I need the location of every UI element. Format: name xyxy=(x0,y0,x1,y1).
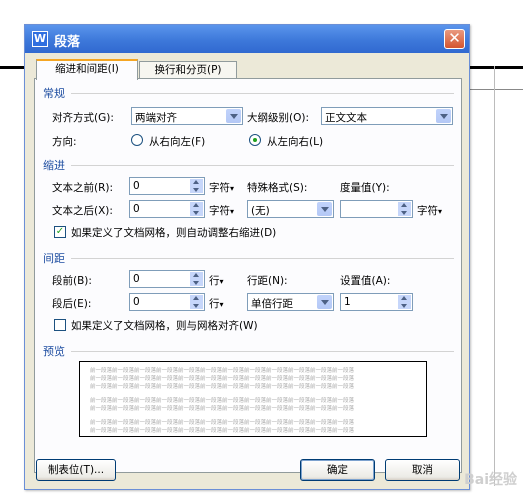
ltr-radio-label[interactable]: 从左向右(L) xyxy=(267,134,323,149)
tab-line-page-breaks-label: 换行和分页(P) xyxy=(154,64,222,76)
indent-after-unit[interactable]: 字符▾ xyxy=(209,203,234,218)
alignment-value: 两端对齐 xyxy=(135,112,177,124)
chevron-down-icon xyxy=(317,295,332,309)
spacing-before-label: 段前(B): xyxy=(52,275,92,287)
preview-box: 前一段落前一段落前一段落前一段落前一段落前一段落前一段落前一段落前一段落前一段落… xyxy=(79,361,427,437)
indent-after-stepper[interactable]: 0 xyxy=(129,200,205,218)
cancel-button[interactable]: 取消 xyxy=(385,459,460,481)
preview-line: 前一段落前一段落前一段落前一段落前一段落前一段落前一段落前一段落前一段落前一段落… xyxy=(90,398,355,404)
setting-value-label: 设置值(A): xyxy=(340,275,391,287)
spin-down-icon[interactable] xyxy=(398,209,411,216)
direction-label: 方向: xyxy=(52,136,77,148)
spin-down-icon[interactable] xyxy=(190,186,203,193)
outline-level-value: 正文文本 xyxy=(325,112,367,124)
chevron-down-icon xyxy=(317,202,332,216)
indent-before-label: 文本之前(R): xyxy=(52,182,114,194)
setting-value-value: 1 xyxy=(344,296,351,308)
spin-up-icon[interactable] xyxy=(190,202,203,209)
spin-down-icon[interactable] xyxy=(190,209,203,216)
special-format-label: 特殊格式(S): xyxy=(247,182,308,194)
outline-level-label: 大纲级别(O): xyxy=(247,112,309,124)
special-format-value: (无) xyxy=(251,205,270,217)
watermark-logo: Bai经验 xyxy=(464,472,517,488)
chevron-down-icon xyxy=(436,109,451,123)
indent-before-unit[interactable]: 字符▾ xyxy=(209,180,234,195)
spacing-after-stepper[interactable]: 0 xyxy=(129,293,205,311)
preview-line: 前一段落前一段落前一段落前一段落前一段落前一段落前一段落前一段落前一段落前一段落… xyxy=(90,406,355,412)
paragraph-dialog: W 段落 ✕ 缩进和间距(I) 换行和分页(P) 常规 对齐方式(G): 两端对… xyxy=(24,24,470,490)
document-ruler-line-right xyxy=(470,66,523,69)
preview-line: 前一段落前一段落前一段落前一段落前一段落前一段落前一段落前一段落前一段落前一段落… xyxy=(90,376,355,382)
measure-unit[interactable]: 字符▾ xyxy=(417,203,442,218)
tab-stops-button[interactable]: 制表位(T)... xyxy=(36,459,116,481)
line-spacing-select[interactable]: 单倍行距 xyxy=(247,293,334,311)
dialog-title: 段落 xyxy=(54,35,81,50)
title-bar[interactable]: W 段落 ✕ xyxy=(25,25,469,53)
document-margin-line xyxy=(494,66,495,486)
auto-right-indent-checkbox[interactable]: ✓ xyxy=(54,226,66,238)
indent-section-heading: 缩进 xyxy=(43,159,65,172)
spacing-after-value: 0 xyxy=(133,296,140,308)
special-format-select[interactable]: (无) xyxy=(247,200,334,218)
spin-down-icon[interactable] xyxy=(190,302,203,309)
tab-indent-spacing-label: 缩进和间距(I) xyxy=(55,63,119,75)
outline-level-select[interactable]: 正文文本 xyxy=(321,107,453,125)
spacing-before-value: 0 xyxy=(133,273,140,285)
setting-value-stepper[interactable]: 1 xyxy=(340,293,413,311)
indent-after-label: 文本之后(X): xyxy=(52,205,113,217)
spin-down-icon[interactable] xyxy=(190,279,203,286)
ok-button[interactable]: 确定 xyxy=(300,459,375,481)
indent-after-value: 0 xyxy=(133,203,140,215)
snap-to-grid-label[interactable]: 如果定义了文档网格，则与网格对齐(W) xyxy=(71,318,258,333)
tab-indent-spacing[interactable]: 缩进和间距(I) xyxy=(36,59,138,80)
line-spacing-value: 单倍行距 xyxy=(251,298,293,310)
ltr-radio[interactable] xyxy=(249,134,261,146)
spacing-before-stepper[interactable]: 0 xyxy=(129,270,205,288)
general-section-heading: 常规 xyxy=(43,87,65,100)
spacing-section-heading: 间距 xyxy=(43,252,65,265)
spacing-before-unit[interactable]: 行▾ xyxy=(209,273,224,288)
spin-up-icon[interactable] xyxy=(190,272,203,279)
alignment-label: 对齐方式(G): xyxy=(52,112,114,124)
measure-label: 度量值(Y): xyxy=(340,182,390,194)
preview-section-heading: 预览 xyxy=(43,345,65,358)
spacing-after-unit[interactable]: 行▾ xyxy=(209,296,224,311)
spin-down-icon[interactable] xyxy=(398,302,411,309)
spin-up-icon[interactable] xyxy=(190,295,203,302)
indent-separator xyxy=(71,165,454,166)
preview-line: 前一段落前一段落前一段落前一段落前一段落前一段落前一段落前一段落前一段落前一段落… xyxy=(90,384,355,390)
preview-line: 前一段落前一段落前一段落前一段落前一段落前一段落前一段落前一段落前一段落前一段落… xyxy=(90,368,355,374)
spacing-separator xyxy=(71,258,454,259)
alignment-select[interactable]: 两端对齐 xyxy=(131,107,243,125)
preview-line: 前一段落前一段落前一段落前一段落前一段落前一段落前一段落前一段落前一段落前一段落… xyxy=(90,428,355,434)
document-ruler-line-right-2 xyxy=(470,89,523,90)
close-button[interactable]: ✕ xyxy=(444,29,465,49)
indent-before-value: 0 xyxy=(133,180,140,192)
chevron-down-icon xyxy=(226,109,241,123)
spacing-after-label: 段后(E): xyxy=(52,298,92,310)
spin-up-icon[interactable] xyxy=(398,202,411,209)
line-spacing-label: 行距(N): xyxy=(247,275,288,287)
preview-separator xyxy=(71,351,454,352)
general-separator xyxy=(71,93,454,94)
rtl-radio-label[interactable]: 从右向左(F) xyxy=(149,134,205,149)
spin-up-icon[interactable] xyxy=(398,295,411,302)
spin-up-icon[interactable] xyxy=(190,179,203,186)
document-ruler-line-left xyxy=(0,66,26,69)
indent-before-stepper[interactable]: 0 xyxy=(129,177,205,195)
preview-line: 前一段落前一段落前一段落前一段落前一段落前一段落前一段落前一段落前一段落前一段落… xyxy=(90,420,355,426)
snap-to-grid-checkbox[interactable] xyxy=(54,319,66,331)
rtl-radio[interactable] xyxy=(131,134,143,146)
measure-stepper[interactable] xyxy=(340,200,413,218)
auto-right-indent-label[interactable]: 如果定义了文档网格，则自动调整右缩进(D) xyxy=(71,225,276,240)
wps-writer-icon: W xyxy=(32,31,48,47)
